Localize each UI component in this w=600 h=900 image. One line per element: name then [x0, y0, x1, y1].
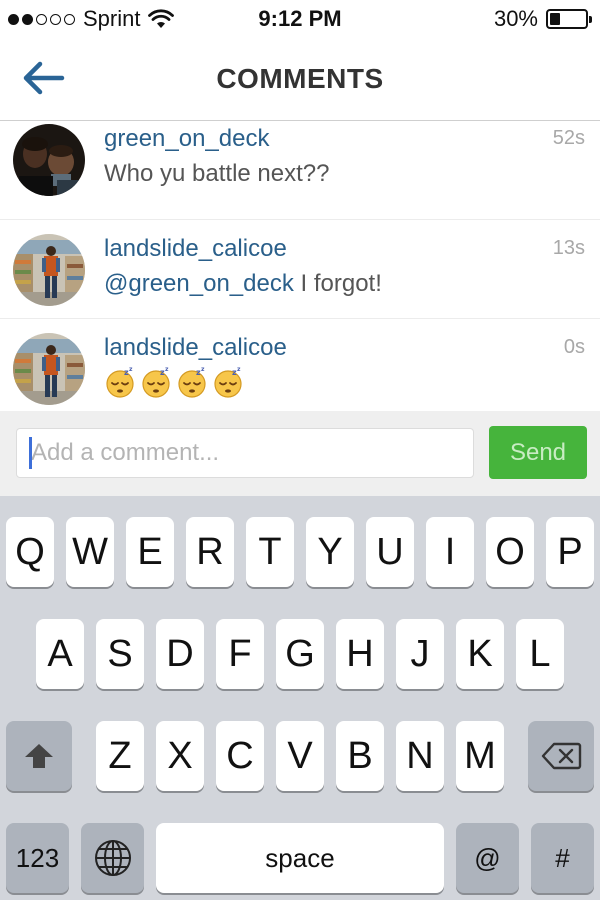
key-w[interactable]: W — [66, 517, 114, 587]
svg-text:z: z — [129, 366, 133, 373]
battery-percent: 30% — [493, 6, 538, 31]
key-j[interactable]: J — [396, 619, 444, 689]
key-n[interactable]: N — [396, 721, 444, 791]
globe-key[interactable] — [81, 823, 144, 893]
avatar[interactable] — [13, 124, 85, 196]
svg-text:z: z — [201, 366, 205, 373]
text-cursor — [29, 437, 32, 469]
comment-username[interactable]: landslide_calicoe — [104, 235, 287, 263]
comment-time: 13s — [552, 237, 585, 259]
svg-text:z: z — [237, 366, 241, 373]
sleeping-face-icon: z z — [178, 366, 206, 398]
battery-icon — [546, 9, 592, 29]
shift-icon — [25, 744, 53, 768]
delete-key[interactable] — [528, 721, 594, 791]
comment-time: 52s — [552, 127, 585, 149]
comment-input-bar: Send — [0, 411, 600, 496]
key-f[interactable]: F — [216, 619, 264, 689]
send-button[interactable]: Send — [489, 426, 587, 479]
shift-key[interactable] — [6, 721, 72, 791]
status-bar: Sprint 9:12 PM 30% — [0, 0, 600, 40]
avatar[interactable] — [13, 333, 85, 405]
key-c[interactable]: C — [216, 721, 264, 791]
at-key[interactable]: @ — [456, 823, 519, 893]
key-e[interactable]: E — [126, 517, 174, 587]
sleeping-face-icon: z z — [106, 366, 134, 398]
key-s[interactable]: S — [96, 619, 144, 689]
page-title: COMMENTS — [216, 63, 384, 94]
key-l[interactable]: L — [516, 619, 564, 689]
status-right: 30% — [493, 6, 592, 32]
key-h[interactable]: H — [336, 619, 384, 689]
hash-key[interactable]: # — [531, 823, 594, 893]
space-key[interactable]: space — [156, 823, 444, 893]
key-z[interactable]: Z — [96, 721, 144, 791]
comment-item: landslide_calicoe 0s z z z z z z z z — [0, 319, 600, 418]
key-m[interactable]: M — [456, 721, 504, 791]
key-r[interactable]: R — [186, 517, 234, 587]
comment-emoji-row: z z z z z z z z — [104, 366, 244, 398]
comment-input[interactable] — [16, 428, 474, 478]
key-b[interactable]: B — [336, 721, 384, 791]
comment-username[interactable]: landslide_calicoe — [104, 334, 287, 362]
comment-username[interactable]: green_on_deck — [104, 125, 269, 153]
key-i[interactable]: I — [426, 517, 474, 587]
sleeping-face-icon: z z — [214, 366, 242, 398]
comment-time: 0s — [563, 336, 585, 358]
key-v[interactable]: V — [276, 721, 324, 791]
avatar[interactable] — [13, 234, 85, 306]
key-t[interactable]: T — [246, 517, 294, 587]
globe-icon — [94, 840, 131, 876]
comments-list: green_on_deck 52s Who yu battle next?? l… — [0, 121, 600, 418]
delete-icon — [541, 742, 582, 770]
numbers-key[interactable]: 123 — [6, 823, 69, 893]
nav-bar: COMMENTS — [0, 40, 600, 121]
comment-item: green_on_deck 52s Who yu battle next?? — [0, 121, 600, 220]
svg-text:z: z — [165, 366, 169, 373]
keyboard: Q W E R T Y U I O P A S D F G H J K L Z … — [0, 496, 600, 900]
sleeping-face-icon: z z — [142, 366, 170, 398]
key-y[interactable]: Y — [306, 517, 354, 587]
key-q[interactable]: Q — [6, 517, 54, 587]
key-p[interactable]: P — [546, 517, 594, 587]
key-g[interactable]: G — [276, 619, 324, 689]
key-u[interactable]: U — [366, 517, 414, 587]
comment-item: landslide_calicoe 13s @green_on_deck I f… — [0, 220, 600, 319]
key-d[interactable]: D — [156, 619, 204, 689]
comment-body: I forgot! — [293, 270, 382, 297]
comment-mention-link[interactable]: @green_on_deck — [104, 270, 294, 297]
comment-text: @green_on_deck I forgot! — [104, 270, 382, 298]
key-o[interactable]: O — [486, 517, 534, 587]
key-x[interactable]: X — [156, 721, 204, 791]
key-k[interactable]: K — [456, 619, 504, 689]
key-a[interactable]: A — [36, 619, 84, 689]
comment-text: Who yu battle next?? — [104, 160, 330, 187]
